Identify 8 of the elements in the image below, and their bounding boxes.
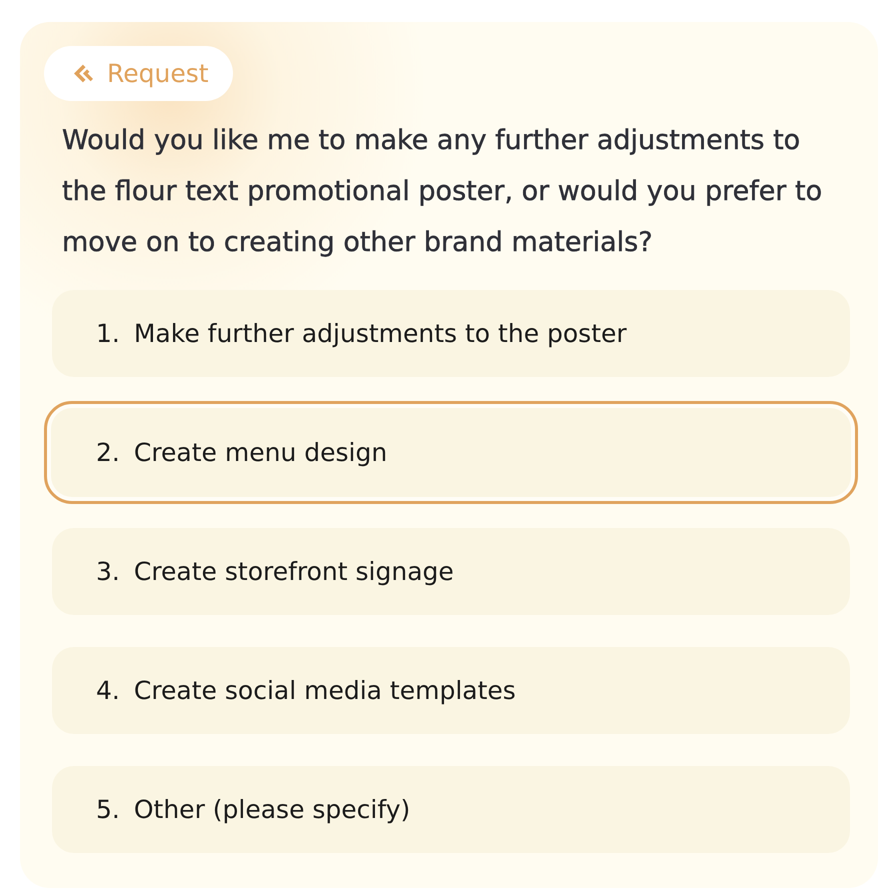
option-button[interactable]: 1. Make further adjustments to the poster (52, 290, 850, 377)
tag-label: Request (107, 58, 209, 90)
question-text: Would you like me to make any further adjustments to the flour text promotional poster, or would you prefer to move on to creating other brand materials? (62, 124, 824, 260)
option-button[interactable]: 3. Create storefront signage (52, 528, 850, 615)
option-button[interactable]: 2. Create menu design (44, 401, 858, 504)
double-chevron-icon (74, 64, 93, 83)
option-button[interactable]: 4. Create social media templates (52, 647, 850, 734)
option-button[interactable]: 5. Other (please specify) (52, 766, 850, 853)
